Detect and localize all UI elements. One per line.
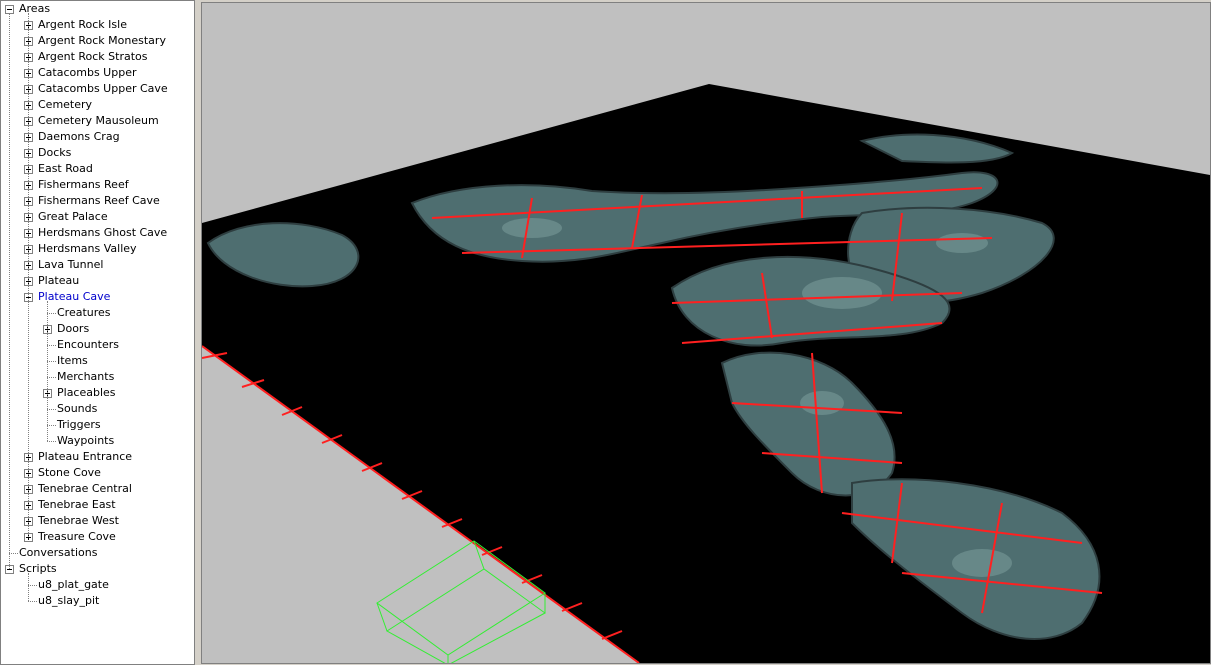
tree-item-label: Items	[57, 354, 88, 367]
tree-item-label: Stone Cove	[38, 466, 101, 479]
tree-area-item[interactable]: Stone Cove	[1, 465, 194, 481]
tree-connector	[9, 553, 18, 554]
tree-item-label: Tenebrae West	[38, 514, 119, 527]
tree-item-label: Docks	[38, 146, 72, 159]
tree-connector	[47, 361, 56, 362]
tree-item-label: Lava Tunnel	[38, 258, 104, 271]
tree-item-label: Herdsmans Ghost Cave	[38, 226, 168, 239]
tree-item-label: Cemetery	[38, 98, 93, 111]
tree-child-encounters[interactable]: Encounters	[1, 337, 194, 353]
tree-item-label: Cemetery Mausoleum	[38, 114, 159, 127]
tree-area-item[interactable]: Lava Tunnel	[1, 257, 194, 273]
tree-item-label: Catacombs Upper	[38, 66, 137, 79]
tree-item-label: Argent Rock Monestary	[38, 34, 166, 47]
tree-child-doors[interactable]: Doors	[1, 321, 194, 337]
tree-area-item[interactable]: Great Palace	[1, 209, 194, 225]
tree-item-label: Catacombs Upper Cave	[38, 82, 168, 95]
tree-item-label: Herdsmans Valley	[38, 242, 137, 255]
tree-item-label: Tenebrae East	[38, 498, 116, 511]
tree-root-areas[interactable]: Areas	[1, 1, 194, 17]
tree-area-item[interactable]: Plateau	[1, 273, 194, 289]
tree-area-item[interactable]: Fishermans Reef Cave	[1, 193, 194, 209]
tree-connector	[47, 313, 56, 314]
tree-area-selected[interactable]: Plateau Cave	[1, 289, 194, 305]
tree-area-item[interactable]: Catacombs Upper Cave	[1, 81, 194, 97]
tree-item-label: Plateau	[38, 274, 80, 287]
tree-item-label: u8_plat_gate	[38, 578, 109, 591]
tree-child-placeables[interactable]: Placeables	[1, 385, 194, 401]
module-tree-panel[interactable]: Areas Argent Rock Isle Argent Rock Monesta…	[0, 0, 195, 665]
tree-area-item[interactable]: Cemetery Mausoleum	[1, 113, 194, 129]
tree-area-item[interactable]: Catacombs Upper	[1, 65, 194, 81]
tree-item-label: Creatures	[57, 306, 111, 319]
tree-item-label: Sounds	[57, 402, 98, 415]
tree-item-label: Treasure Cove	[38, 530, 116, 543]
tree-area-item[interactable]: Herdsmans Valley	[1, 241, 194, 257]
tree-item-label: Plateau Entrance	[38, 450, 133, 463]
tree-area-item[interactable]: Plateau Entrance	[1, 449, 194, 465]
tree-guide-line	[47, 301, 48, 441]
tree-area-item[interactable]: Herdsmans Ghost Cave	[1, 225, 194, 241]
tree-item-label: Plateau Cave	[38, 290, 111, 303]
tree-area-item[interactable]: Docks	[1, 145, 194, 161]
tree-connector	[28, 601, 37, 602]
tree-root-scripts[interactable]: Scripts	[1, 561, 194, 577]
tree-guide-line	[28, 573, 29, 601]
tree-child-creatures[interactable]: Creatures	[1, 305, 194, 321]
tree-item-label: Triggers	[57, 418, 101, 431]
tree-item-label: Scripts	[19, 562, 57, 575]
tree-item-label: East Road	[38, 162, 93, 175]
tree-child-items[interactable]: Items	[1, 353, 194, 369]
tree-item-label: Doors	[57, 322, 90, 335]
tree-connector	[28, 585, 37, 586]
tree-root-conversations[interactable]: Conversations	[1, 545, 194, 561]
tree-area-item[interactable]: Argent Rock Monestary	[1, 33, 194, 49]
tree-area-item[interactable]: Tenebrae West	[1, 513, 194, 529]
tree-connector	[47, 425, 56, 426]
tree-item-label: Encounters	[57, 338, 119, 351]
tree-item-label: Tenebrae Central	[38, 482, 132, 495]
tree-area-item[interactable]: Cemetery	[1, 97, 194, 113]
tree-area-item[interactable]: Argent Rock Isle	[1, 17, 194, 33]
tree-item-label: Placeables	[57, 386, 116, 399]
area-render	[202, 3, 1210, 663]
tree-area-item[interactable]: Daemons Crag	[1, 129, 194, 145]
tree-area-item[interactable]: East Road	[1, 161, 194, 177]
tree-script-item[interactable]: u8_slay_pit	[1, 593, 194, 609]
tree-item-label: Argent Rock Isle	[38, 18, 127, 31]
tree-connector	[47, 345, 56, 346]
tree-item-label: Fishermans Reef	[38, 178, 129, 191]
tree-area-item[interactable]: Argent Rock Stratos	[1, 49, 194, 65]
tree-area-item[interactable]: Fishermans Reef	[1, 177, 194, 193]
tree-item-label: Fishermans Reef Cave	[38, 194, 160, 207]
tree-child-triggers[interactable]: Triggers	[1, 417, 194, 433]
tree-item-label: Waypoints	[57, 434, 115, 447]
tree-item-label: Daemons Crag	[38, 130, 120, 143]
tree-child-sounds[interactable]: Sounds	[1, 401, 194, 417]
tree-item-label: u8_slay_pit	[38, 594, 100, 607]
tree-item-label: Conversations	[19, 546, 98, 559]
tree-area-item[interactable]: Tenebrae Central	[1, 481, 194, 497]
tree-script-item[interactable]: u8_plat_gate	[1, 577, 194, 593]
tree-root-guide-line	[9, 13, 10, 569]
tree-child-merchants[interactable]: Merchants	[1, 369, 194, 385]
tree-child-waypoints[interactable]: Waypoints	[1, 433, 194, 449]
tree-area-item[interactable]: Treasure Cove	[1, 529, 194, 545]
tree-item-label: Argent Rock Stratos	[38, 50, 148, 63]
tree-item-label: Great Palace	[38, 210, 108, 223]
tree-area-item[interactable]: Tenebrae East	[1, 497, 194, 513]
tree-connector	[47, 377, 56, 378]
area-3d-viewport[interactable]	[201, 2, 1211, 664]
tree-connector	[47, 441, 56, 442]
tree-item-label: Merchants	[57, 370, 115, 383]
tree-connector	[47, 409, 56, 410]
tree-item-label: Areas	[19, 2, 51, 15]
tree-guide-line	[28, 13, 29, 537]
